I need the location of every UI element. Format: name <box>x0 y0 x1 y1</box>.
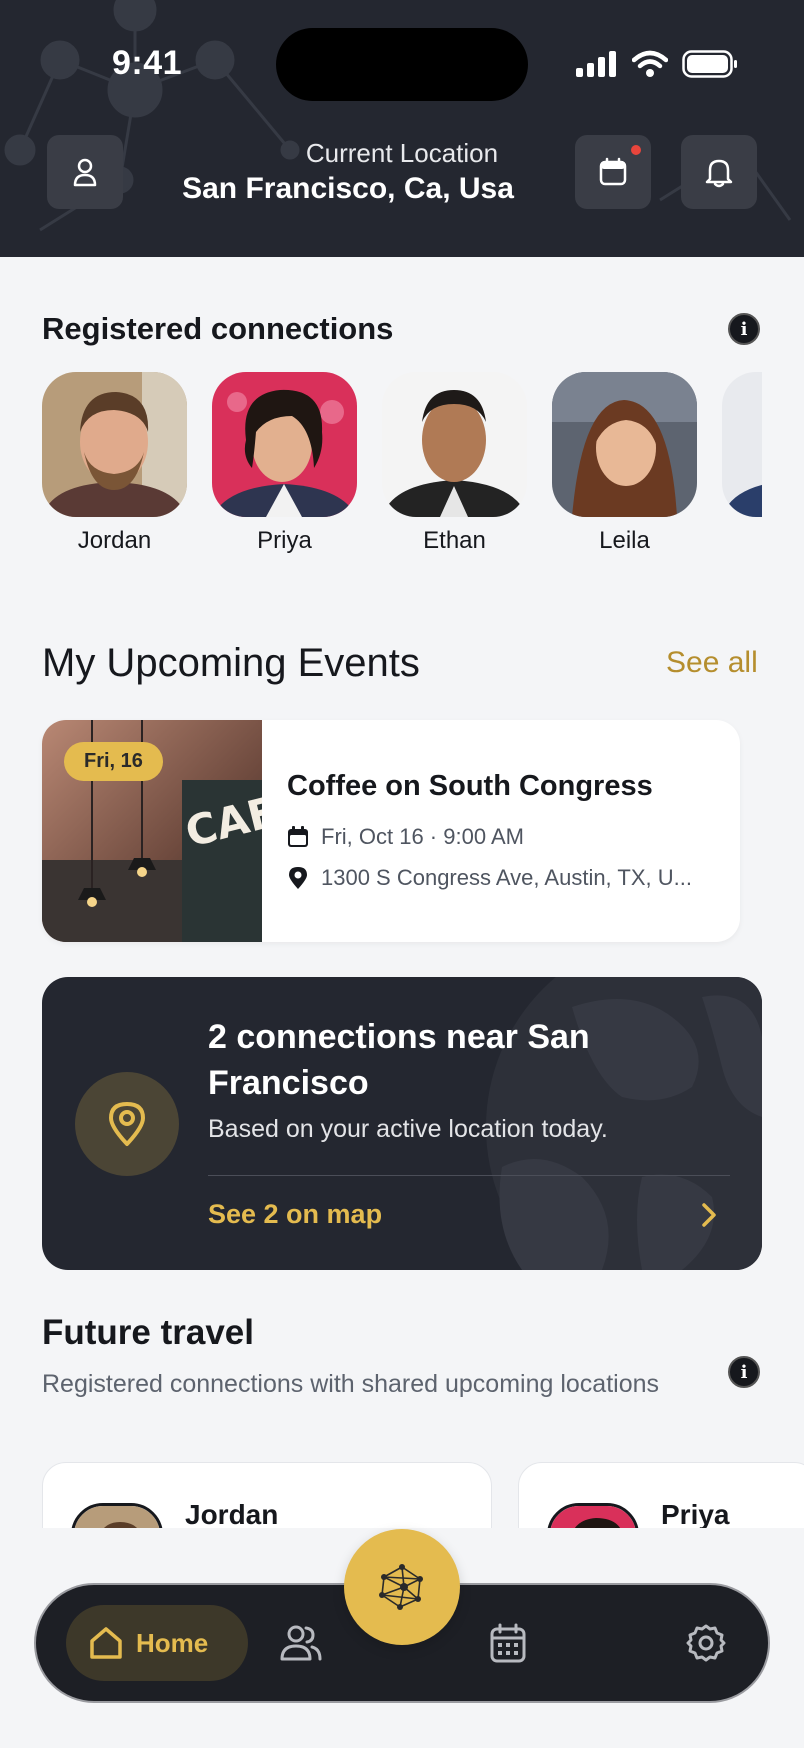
connection-ethan[interactable]: Ethan <box>382 372 527 555</box>
connection-leila[interactable]: Leila <box>552 372 697 555</box>
event-datetime: Fri, Oct 16 · 9:00 AM <box>321 824 524 849</box>
wifi-icon <box>632 50 668 77</box>
info-icon[interactable]: i <box>728 313 760 345</box>
avatar <box>552 372 697 517</box>
chevron-right-icon[interactable] <box>700 1201 718 1229</box>
signal-icon <box>576 51 616 77</box>
notification-badge <box>629 143 643 157</box>
travel-card[interactable]: Jordan <box>42 1462 492 1528</box>
status-icons <box>576 50 738 78</box>
bell-icon <box>705 159 733 188</box>
avatar <box>212 372 357 517</box>
see-on-map-link[interactable]: See 2 on map <box>208 1199 382 1230</box>
event-datetime-row: Fri, Oct 16 · 9:00 AM <box>287 824 524 850</box>
calendar-icon <box>288 826 308 847</box>
connection-name: Priya <box>257 527 312 554</box>
connection-name: Jordan <box>77 527 152 554</box>
event-title: Coffee on South Congress <box>287 770 653 802</box>
tab-home[interactable]: Home <box>66 1605 248 1681</box>
network-button[interactable] <box>344 1529 460 1645</box>
app-header: 9:41 Current Location San Francisco, Ca,… <box>0 0 804 257</box>
location-badge <box>75 1072 179 1176</box>
info-icon[interactable]: i <box>728 1356 760 1388</box>
connection-partial[interactable]: I <box>722 372 762 555</box>
calendar-button[interactable] <box>575 135 651 209</box>
battery-icon <box>682 50 737 78</box>
divider <box>208 1175 730 1176</box>
see-all-link[interactable]: See all <box>666 646 758 680</box>
avatar <box>71 1503 163 1528</box>
notifications-button[interactable] <box>681 135 757 209</box>
connection-name: Leila <box>599 527 650 554</box>
people-icon[interactable] <box>280 1623 322 1663</box>
event-date-pill: Fri, 16 <box>64 742 163 781</box>
upcoming-events-title: My Upcoming Events <box>42 641 420 685</box>
event-photo: CAF Fri, 16 <box>42 720 262 942</box>
avatar <box>722 372 762 517</box>
home-icon <box>90 1627 122 1659</box>
nearby-connections-card[interactable]: 2 connections near San Francisco Based o… <box>42 977 762 1270</box>
future-travel-title: Future travel <box>42 1313 254 1352</box>
connection-name: I <box>722 527 762 555</box>
nearby-subtitle: Based on your active location today. <box>208 1115 608 1143</box>
settings-icon[interactable] <box>686 1623 726 1663</box>
calendar-icon[interactable] <box>490 1623 526 1663</box>
location-pin-icon <box>109 1102 145 1146</box>
event-card[interactable]: CAF Fri, 16 Coffee on South Congress Fri… <box>42 720 740 942</box>
dynamic-island <box>276 28 528 101</box>
registered-connections-title: Registered connections <box>42 311 394 346</box>
avatar <box>42 372 187 517</box>
event-address-row: 1300 S Congress Ave, Austin, TX, U... <box>287 865 692 891</box>
nearby-title: 2 connections near San Francisco <box>208 1018 590 1102</box>
connection-jordan[interactable]: Jordan <box>42 372 187 555</box>
tab-home-label: Home <box>136 1627 209 1658</box>
travel-card-name: Priya <box>661 1499 730 1528</box>
future-travel-subtitle: Registered connections with shared upcom… <box>42 1370 660 1398</box>
avatar <box>382 372 527 517</box>
avatar <box>547 1503 639 1528</box>
network-icon <box>379 1564 423 1610</box>
connection-priya[interactable]: Priya <box>212 372 357 555</box>
location-pin-icon <box>289 867 307 889</box>
event-address: 1300 S Congress Ave, Austin, TX, U... <box>321 865 692 890</box>
connections-carousel[interactable]: Jordan Priya Ethan Leila <box>42 372 762 562</box>
status-time: 9:41 <box>112 44 183 82</box>
travel-card[interactable]: Priya <box>518 1462 804 1528</box>
travel-card-name: Jordan <box>185 1499 279 1528</box>
connection-name: Ethan <box>423 527 486 554</box>
future-travel-carousel[interactable]: Jordan Priya <box>0 1460 804 1528</box>
calendar-icon <box>599 157 627 186</box>
